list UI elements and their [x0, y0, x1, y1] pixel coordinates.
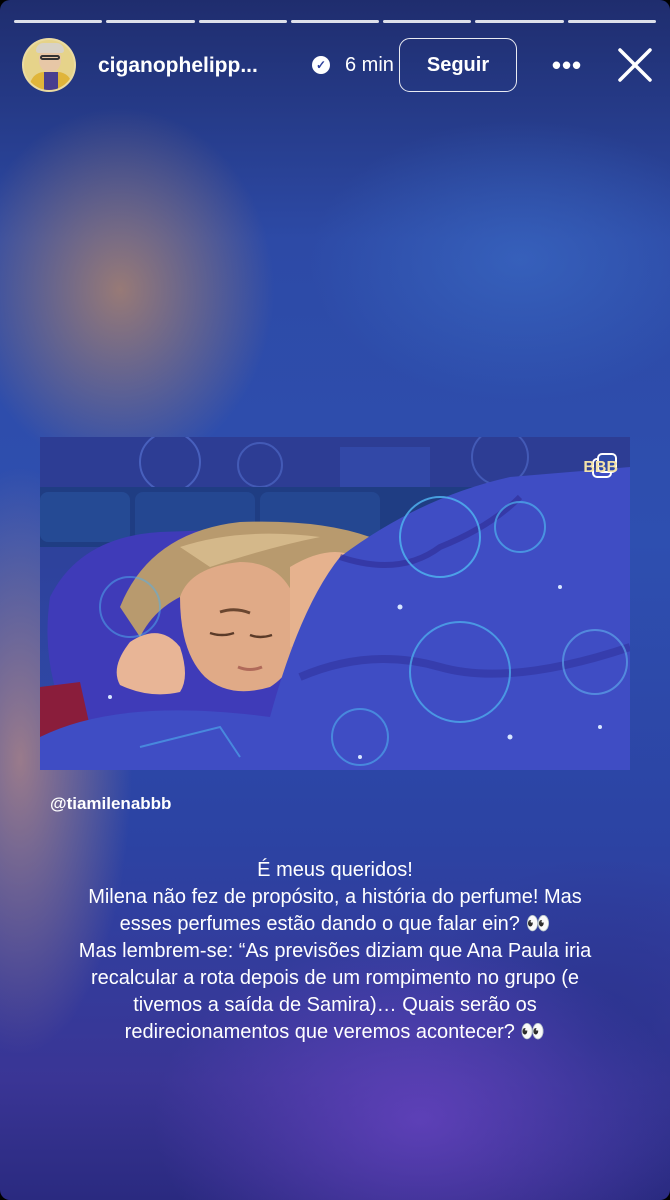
- progress-segment: [383, 20, 472, 23]
- caption-line: Mas lembrem-se: “As previsões diziam que…: [78, 940, 592, 962]
- avatar[interactable]: [22, 38, 76, 92]
- caption-line: redirecionamentos que veremos acontecer?…: [124, 1021, 546, 1043]
- progress-segment: [567, 20, 656, 23]
- story-progress-bar: [14, 20, 656, 23]
- bbb-watermark: BBB: [583, 459, 618, 476]
- progress-segment: [198, 20, 287, 23]
- story-viewer[interactable]: ciganophelipp... ✓ 6 min Seguir ••• BBB …: [0, 0, 670, 1200]
- post-time: 6 min: [345, 54, 394, 76]
- progress-segment: [14, 20, 103, 23]
- progress-segment: [475, 20, 564, 23]
- username[interactable]: ciganophelipp...: [98, 54, 258, 78]
- progress-segment: [106, 20, 195, 23]
- more-options-icon[interactable]: •••: [552, 50, 582, 80]
- close-icon[interactable]: [616, 46, 654, 84]
- story-header: ciganophelipp... ✓ 6 min Seguir •••: [22, 38, 652, 94]
- caption-line: recalcular a rota depois de um rompiment…: [90, 967, 580, 989]
- progress-segment: [290, 20, 380, 23]
- bedroom-scene-illustration: [40, 437, 630, 770]
- caption-line: É meus queridos!: [257, 859, 413, 881]
- shared-post-image[interactable]: BBB: [40, 437, 630, 770]
- avatar-shirt-detail: [44, 72, 58, 90]
- caption-line: Milena não fez de propósito, a história …: [88, 886, 582, 908]
- avatar-glasses: [40, 55, 60, 60]
- caption-line: tivemos a saída de Samira)… Quais serão …: [133, 994, 537, 1016]
- follow-button[interactable]: Seguir: [399, 38, 517, 92]
- verified-badge-icon: ✓: [312, 56, 330, 74]
- story-caption: É meus queridos! Milena não fez de propó…: [20, 857, 650, 1046]
- mention-link[interactable]: @tiamilenabbb: [50, 794, 171, 814]
- avatar-hair: [36, 43, 64, 53]
- caption-line: esses perfumes estão dando o que falar e…: [119, 913, 551, 935]
